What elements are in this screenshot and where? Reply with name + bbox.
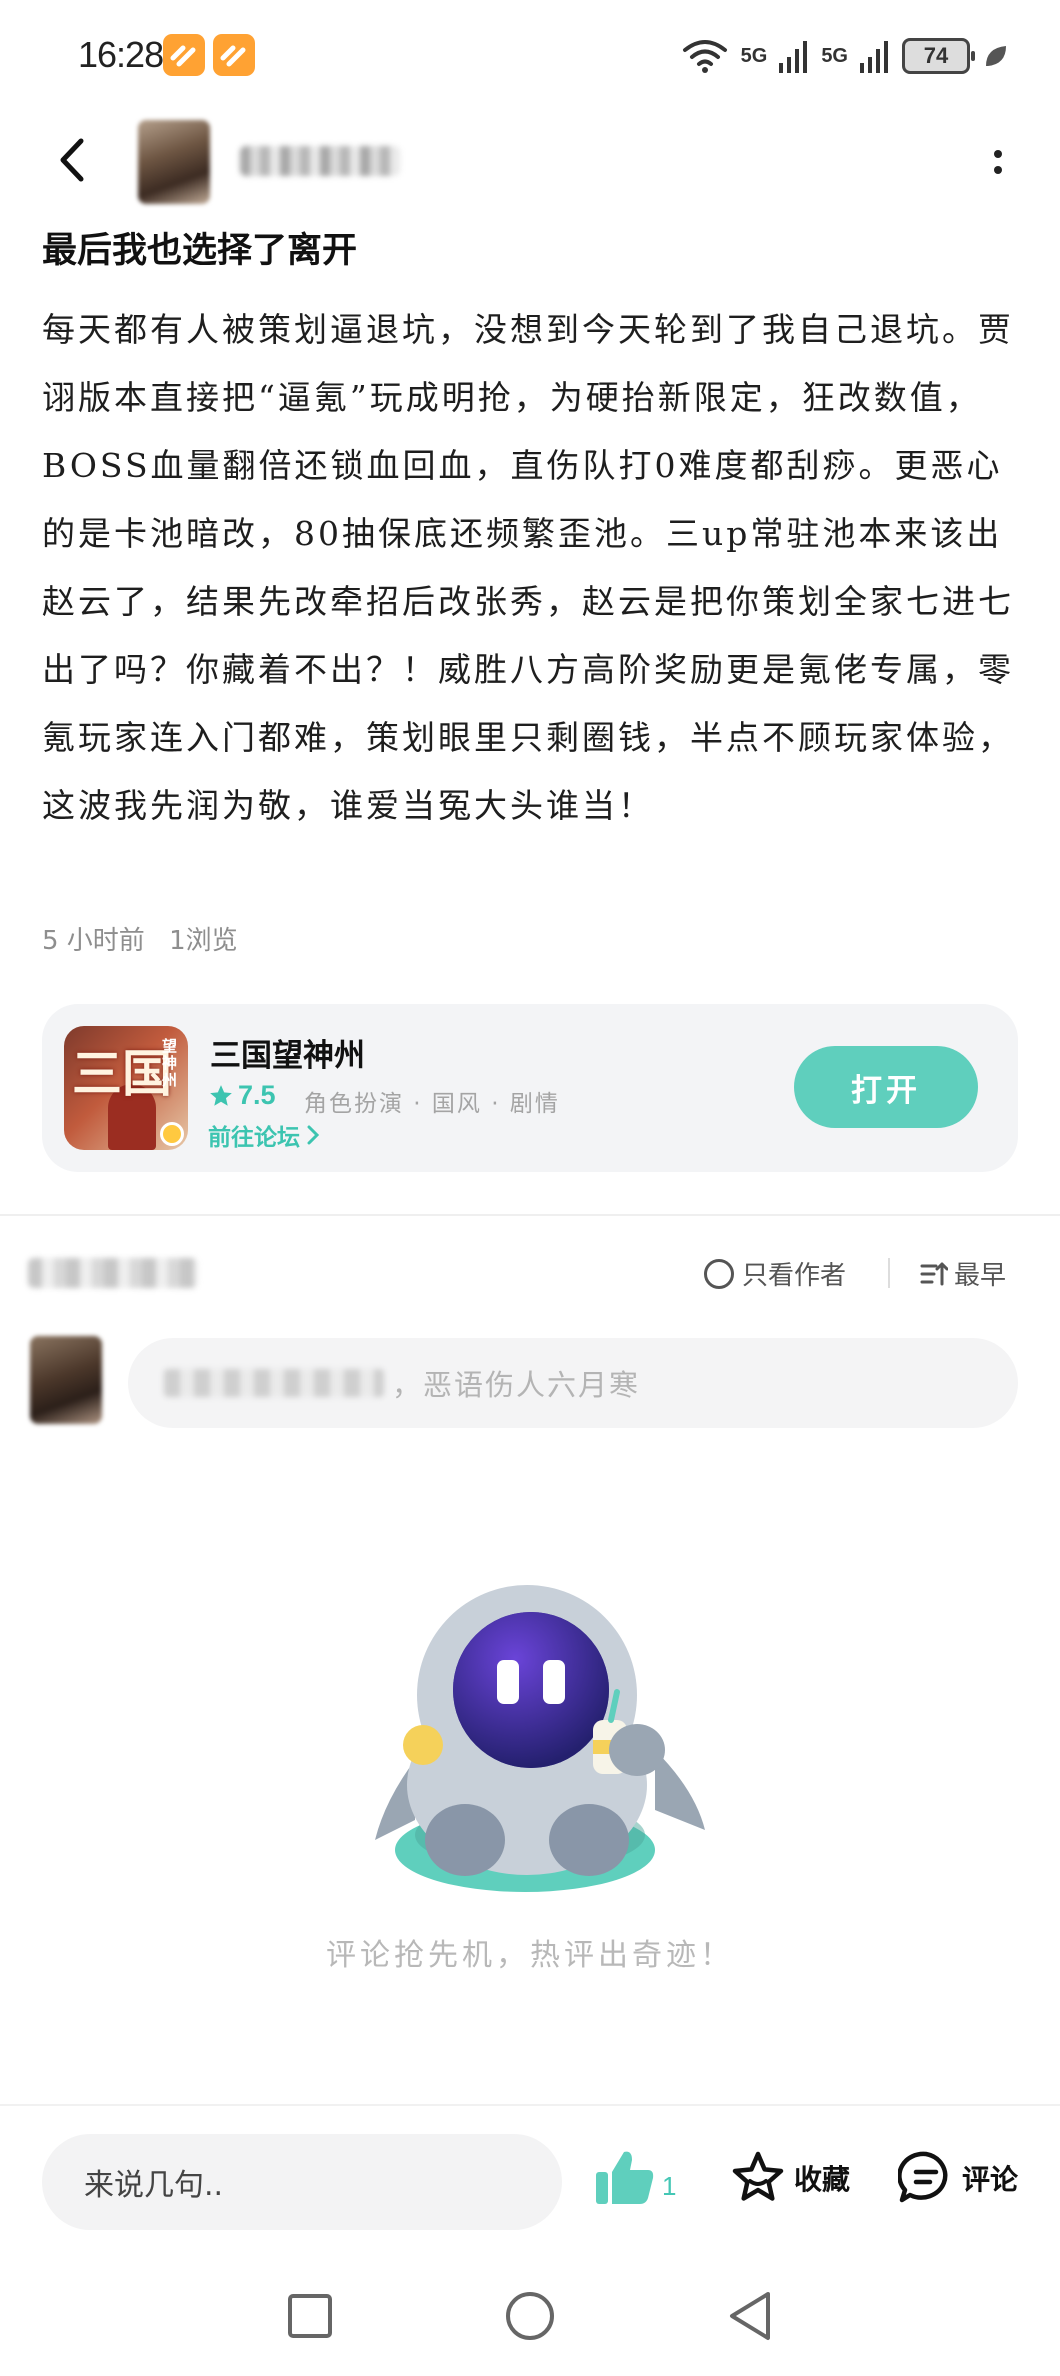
- open-game-button[interactable]: 打开: [794, 1046, 978, 1128]
- reply-input[interactable]: 来说几句..: [42, 2134, 562, 2230]
- post-title: 最后我也选择了离开: [42, 231, 358, 271]
- sort-label: 最早: [954, 1261, 1007, 1291]
- favorite-label: 收藏: [794, 2163, 851, 2196]
- author-name-blurred[interactable]: [240, 146, 400, 176]
- app-notification-icon: [213, 34, 255, 76]
- post-meta: 5 小时前 1浏览: [42, 920, 238, 957]
- status-bar: 16:28 5G 5G 74: [0, 0, 1060, 110]
- star-outline-icon: [732, 2151, 784, 2201]
- network-type: 5G: [740, 44, 768, 67]
- sort-button[interactable]: 最早: [920, 1255, 1006, 1292]
- system-nav-bar: [0, 2268, 1060, 2368]
- more-vertical-icon: [994, 150, 1002, 158]
- game-tags: 角色扮演 · 国风 · 剧情: [304, 1091, 560, 1117]
- circle-icon: [506, 2292, 554, 2340]
- comment-button[interactable]: 评论: [898, 2150, 1018, 2206]
- recents-button[interactable]: [280, 2286, 340, 2346]
- post-time: 5 小时前: [42, 926, 145, 956]
- author-only-filter[interactable]: 只看作者: [704, 1255, 846, 1292]
- comment-label: 评论: [962, 2163, 1019, 2196]
- home-button[interactable]: [500, 2286, 560, 2346]
- like-count: 1: [662, 2171, 677, 2201]
- forum-link[interactable]: 前往论坛: [208, 1118, 320, 1152]
- game-rating: 7.5: [208, 1080, 276, 1111]
- game-icon[interactable]: 三国 望神州: [64, 1026, 188, 1150]
- favorite-button[interactable]: 收藏: [730, 2150, 850, 2206]
- post-views: 1浏览: [169, 926, 238, 956]
- like-button[interactable]: 1: [594, 2148, 676, 2206]
- status-time: 16:28: [78, 34, 164, 75]
- sort-icon: [920, 1262, 948, 1285]
- author-only-label: 只看作者: [742, 1261, 847, 1291]
- radio-icon: [704, 1258, 734, 1289]
- post-header: [0, 110, 1060, 210]
- post-body: 每天都有人被策划逼退坑，没想到今天轮到了我自己退坑。贾诩版本直接把“逼氪”玩成明…: [42, 310, 1014, 825]
- battery-level: 74: [923, 43, 949, 68]
- filter-separator: [888, 1258, 890, 1288]
- app-notification-icon: [163, 34, 205, 76]
- square-icon: [288, 2294, 332, 2338]
- comment-input-placeholder: ，恶语伤人六月寒: [392, 1368, 641, 1402]
- back-button[interactable]: [44, 130, 100, 190]
- network-type: 5G: [821, 44, 848, 67]
- chevron-right-icon: [307, 1125, 320, 1145]
- game-name: 三国望神州: [210, 1038, 365, 1074]
- game-icon-subtext: 望神州: [162, 1037, 178, 1089]
- status-icons: 5G 5G 74: [681, 34, 1010, 78]
- triangle-back-icon: [730, 2292, 770, 2340]
- more-button[interactable]: [976, 134, 1020, 190]
- empty-comments-text: 评论抢先机，热评出奇迹！: [326, 1938, 734, 1973]
- comment-count-blurred: [28, 1258, 198, 1288]
- signal-icon: [860, 41, 888, 73]
- comment-input[interactable]: ，恶语伤人六月寒: [128, 1338, 1018, 1428]
- rating-value: 7.5: [238, 1080, 276, 1110]
- verified-badge-icon: [160, 1122, 184, 1146]
- comment-bubble-icon: [898, 2151, 948, 2203]
- battery-indicator: 74: [902, 38, 975, 74]
- user-avatar: [30, 1336, 102, 1424]
- game-card[interactable]: 三国 望神州 三国望神州 7.5 角色扮演 · 国风 · 剧情 前往论坛 打开: [42, 1004, 1018, 1172]
- robot-mascot-icon: [375, 1585, 705, 1892]
- leaf-icon: [986, 46, 1006, 66]
- back-arrow-icon: [60, 138, 84, 182]
- section-divider: [0, 1214, 1060, 1216]
- bottom-bar-divider: [0, 2104, 1060, 2106]
- star-icon: [210, 1084, 232, 1106]
- forum-link-label: 前往论坛: [208, 1125, 300, 1151]
- placeholder-blurred: [164, 1369, 384, 1397]
- game-icon-text: 三国: [72, 1044, 172, 1103]
- thumbs-up-icon: [596, 2151, 654, 2204]
- wifi-icon: [682, 40, 727, 73]
- signal-icon: [779, 41, 808, 73]
- author-avatar[interactable]: [138, 120, 210, 204]
- system-back-button[interactable]: [720, 2286, 780, 2346]
